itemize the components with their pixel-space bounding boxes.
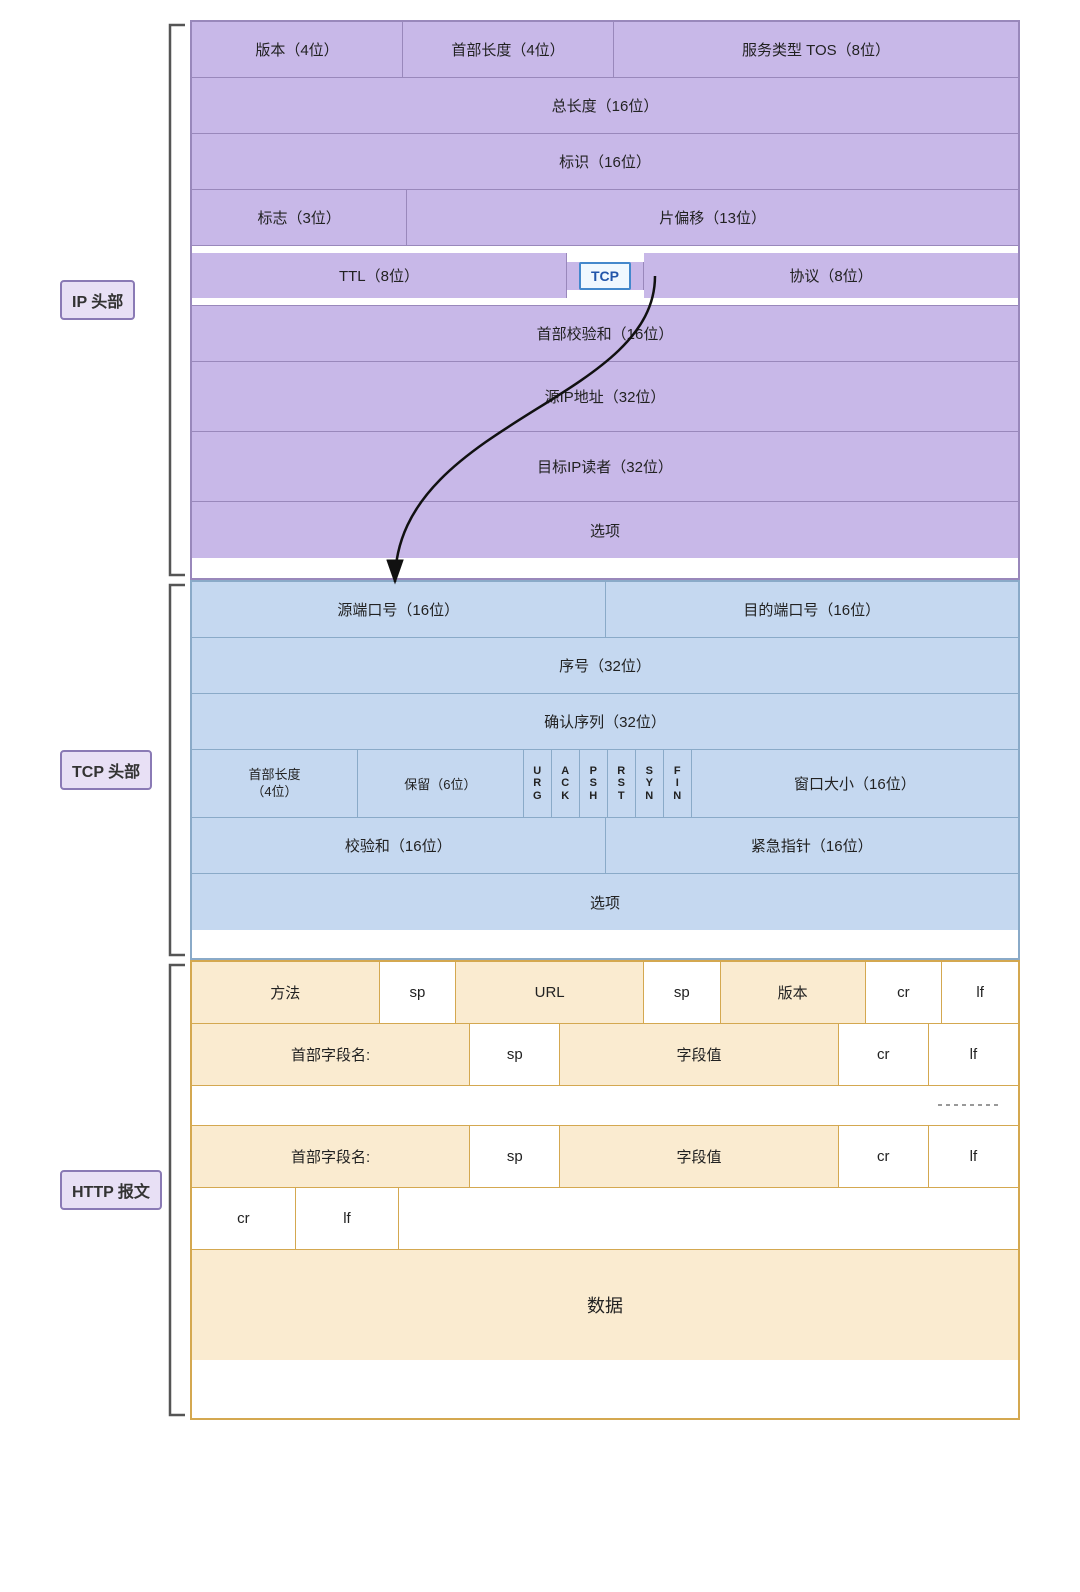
- tcp-row-5: 校验和（16位） 紧急指针（16位）: [192, 818, 1018, 874]
- http-content: 方法 sp URL sp 版本 cr lf 首部字段名: sp 字段值 cr l…: [190, 960, 1020, 1420]
- ip-header-checksum: 首部校验和（16位）: [192, 306, 1018, 361]
- ip-row-9: 选项: [192, 502, 1018, 558]
- ip-row-1: 版本（4位） 首部长度（4位） 服务类型 TOS（8位）: [192, 22, 1018, 78]
- http-bracket: [160, 960, 190, 1420]
- ip-row-8: 目标IP读者（32位）: [192, 432, 1018, 502]
- ip-version: 版本（4位）: [192, 22, 403, 77]
- tcp-content: 源端口号（16位） 目的端口号（16位） 序号（32位） 确认序列（32位） 首…: [190, 580, 1020, 960]
- tcp-src-port: 源端口号（16位）: [192, 582, 606, 637]
- diagram-container: IP 头部 版本（4位） 首部长度（4位） 服务类型 TOS（8位） 总长度（1…: [60, 20, 1020, 1572]
- http-dotted-row: [192, 1086, 1018, 1126]
- ip-row-7: 源IP地址（32位）: [192, 362, 1018, 432]
- http-lf-2: lf: [929, 1024, 1018, 1085]
- tcp-row-6: 选项: [192, 874, 1018, 930]
- tcp-bracket: [160, 580, 190, 960]
- ip-bracket: [160, 20, 190, 580]
- tcp-data-offset: 首部长度（4位）: [192, 750, 358, 817]
- ip-row-4: 标志（3位） 片偏移（13位）: [192, 190, 1018, 246]
- tcp-dst-port: 目的端口号（16位）: [606, 582, 1019, 637]
- http-label-col: HTTP 报文: [60, 960, 160, 1420]
- ip-flags: 标志（3位）: [192, 190, 407, 245]
- http-row-5: 数据: [192, 1250, 1018, 1360]
- http-section-wrapper: HTTP 报文 方法 sp URL sp 版本 cr lf 首部字段名: sp …: [60, 960, 1020, 1420]
- ip-row-6: 首部校验和（16位）: [192, 306, 1018, 362]
- ip-total-length: 总长度（16位）: [192, 78, 1018, 133]
- tcp-window: 窗口大小（16位）: [692, 750, 1018, 817]
- tcp-row-2: 序号（32位）: [192, 638, 1018, 694]
- http-lf-4: lf: [296, 1188, 400, 1249]
- ip-bracket-svg: [160, 20, 190, 580]
- http-version: 版本: [721, 962, 866, 1023]
- http-sp-4: sp: [470, 1126, 560, 1187]
- http-row-2: 首部字段名: sp 字段值 cr lf: [192, 1024, 1018, 1086]
- tcp-flag-psh: PSH: [580, 750, 608, 817]
- http-cr-1: cr: [866, 962, 943, 1023]
- http-cr-2: cr: [839, 1024, 929, 1085]
- ip-label-col: IP 头部: [60, 20, 160, 580]
- tcp-flag-fin: FIN: [664, 750, 692, 817]
- ip-section-wrapper: IP 头部 版本（4位） 首部长度（4位） 服务类型 TOS（8位） 总长度（1…: [60, 20, 1020, 580]
- ip-ttl: TTL（8位）: [192, 253, 567, 298]
- tcp-flag-urg: URG: [524, 750, 552, 817]
- http-field-value-1: 字段值: [560, 1024, 838, 1085]
- tcp-label-col: TCP 头部: [60, 580, 160, 960]
- tcp-row-4: 首部长度（4位） 保留（6位） URG ACK PSH RST SYN FIN …: [192, 750, 1018, 818]
- ip-src-addr: 源IP地址（32位）: [192, 362, 1018, 431]
- http-data: 数据: [192, 1250, 1018, 1360]
- http-sp-3: sp: [470, 1024, 560, 1085]
- ip-content: 版本（4位） 首部长度（4位） 服务类型 TOS（8位） 总长度（16位） 标识…: [190, 20, 1020, 580]
- ip-tos: 服务类型 TOS（8位）: [614, 22, 1018, 77]
- ip-row-5: TTL（8位） TCP 协议（8位）: [192, 246, 1018, 306]
- http-row-4: cr lf: [192, 1188, 1018, 1250]
- http-lf-3: lf: [929, 1126, 1018, 1187]
- ip-fragment-offset: 片偏移（13位）: [407, 190, 1018, 245]
- ip-row-3: 标识（16位）: [192, 134, 1018, 190]
- http-label: HTTP 报文: [60, 1170, 162, 1210]
- http-method: 方法: [192, 962, 380, 1023]
- ip-protocol-tcp-badge: TCP: [567, 262, 644, 290]
- ip-options: 选项: [192, 502, 1018, 558]
- ip-protocol: 协议（8位）: [644, 253, 1018, 298]
- tcp-section-wrapper: TCP 头部 源端口号（16位） 目的端口号（16位） 序号（32位） 确认序列…: [60, 580, 1020, 960]
- http-url: URL: [456, 962, 644, 1023]
- http-bracket-svg: [160, 960, 190, 1420]
- tcp-seq: 序号（32位）: [192, 638, 1018, 693]
- tcp-row-1: 源端口号（16位） 目的端口号（16位）: [192, 582, 1018, 638]
- tcp-flag-rst: RST: [608, 750, 636, 817]
- http-header-name-2: 首部字段名:: [192, 1126, 470, 1187]
- http-header-name-1: 首部字段名:: [192, 1024, 470, 1085]
- http-sp-1: sp: [380, 962, 457, 1023]
- http-sp-2: sp: [644, 962, 721, 1023]
- http-field-value-2: 字段值: [560, 1126, 838, 1187]
- ip-row-2: 总长度（16位）: [192, 78, 1018, 134]
- ip-header-length: 首部长度（4位）: [403, 22, 614, 77]
- ip-dst-addr: 目标IP读者（32位）: [192, 432, 1018, 501]
- tcp-checksum: 校验和（16位）: [192, 818, 606, 873]
- tcp-label: TCP 头部: [60, 750, 152, 790]
- tcp-bracket-svg: [160, 580, 190, 960]
- http-row-1: 方法 sp URL sp 版本 cr lf: [192, 962, 1018, 1024]
- ip-identification: 标识（16位）: [192, 134, 1018, 189]
- ip-label: IP 头部: [60, 280, 135, 320]
- tcp-badge: TCP: [579, 262, 631, 290]
- dotted-line-icon: [938, 1100, 998, 1110]
- http-cr-4: cr: [192, 1188, 296, 1249]
- tcp-reserved: 保留（6位）: [358, 750, 524, 817]
- http-lf-1: lf: [942, 962, 1018, 1023]
- tcp-urgent: 紧急指针（16位）: [606, 818, 1019, 873]
- tcp-flag-syn: SYN: [636, 750, 664, 817]
- http-cr-3: cr: [839, 1126, 929, 1187]
- tcp-ack: 确认序列（32位）: [192, 694, 1018, 749]
- tcp-flag-ack: ACK: [552, 750, 580, 817]
- http-row-3: 首部字段名: sp 字段值 cr lf: [192, 1126, 1018, 1188]
- tcp-row-3: 确认序列（32位）: [192, 694, 1018, 750]
- tcp-options: 选项: [192, 874, 1018, 930]
